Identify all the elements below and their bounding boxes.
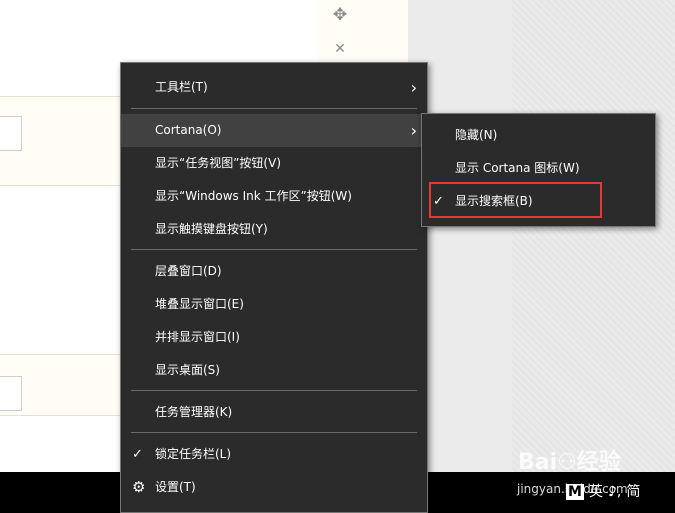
submenu-item-show-cortana-icon[interactable]: 显示 Cortana 图标(W) xyxy=(422,152,655,185)
ime-punctuation[interactable]: ♪, xyxy=(608,484,621,500)
close-icon[interactable]: ✕ xyxy=(330,39,350,59)
menu-item-label: 工具栏(T) xyxy=(155,80,208,94)
menu-item-label: 隐藏(N) xyxy=(455,128,498,142)
gear-icon: ⚙ xyxy=(132,478,146,496)
menu-item-label: 显示触摸键盘按钮(Y) xyxy=(155,222,268,236)
input-stub[interactable] xyxy=(0,116,22,151)
menu-item-label: 显示 Cortana 图标(W) xyxy=(455,161,580,175)
menu-item-label: 显示桌面(S) xyxy=(155,363,220,377)
menu-item-label: 设置(T) xyxy=(155,480,196,494)
taskbar-context-menu: 工具栏(T) › Cortana(O) › 显示“任务视图”按钮(V) 显示“W… xyxy=(120,62,428,513)
menu-item-label: Cortana(O) xyxy=(155,123,222,137)
menu-item-label: 层叠窗口(D) xyxy=(155,264,222,278)
menu-item-task-manager[interactable]: 任务管理器(K) xyxy=(121,396,427,429)
watermark-logo: Bai⚇经验 xyxy=(518,450,621,475)
chevron-right-icon: › xyxy=(410,78,417,97)
menu-item-settings[interactable]: ⚙ 设置(T) xyxy=(121,471,427,504)
menu-item-stack-windows[interactable]: 堆叠显示窗口(E) xyxy=(121,288,427,321)
input-stub[interactable] xyxy=(0,376,22,411)
move-icon[interactable]: ✥ xyxy=(330,5,350,25)
menu-separator xyxy=(131,249,417,250)
chevron-right-icon: › xyxy=(410,121,417,140)
menu-item-label: 显示“Windows Ink 工作区”按钮(W) xyxy=(155,189,352,203)
menu-item-touch-keyboard-button[interactable]: 显示触摸键盘按钮(Y) xyxy=(121,213,427,246)
ime-script[interactable]: 简 xyxy=(626,484,640,500)
menu-item-lock-taskbar[interactable]: ✓ 锁定任务栏(L) xyxy=(121,438,427,471)
menu-item-label: 堆叠显示窗口(E) xyxy=(155,297,244,311)
menu-separator xyxy=(131,108,417,109)
desktop-background xyxy=(512,0,675,472)
menu-item-toolbars[interactable]: 工具栏(T) › xyxy=(121,71,427,104)
menu-separator xyxy=(131,432,417,433)
menu-item-side-by-side[interactable]: 并排显示窗口(I) xyxy=(121,321,427,354)
menu-item-label: 锁定任务栏(L) xyxy=(155,447,232,461)
menu-item-label: 显示“任务视图”按钮(V) xyxy=(155,156,282,170)
menu-item-task-view-button[interactable]: 显示“任务视图”按钮(V) xyxy=(121,147,427,180)
menu-item-show-desktop[interactable]: 显示桌面(S) xyxy=(121,354,427,387)
ime-language[interactable]: 英 xyxy=(589,484,603,500)
ime-mode[interactable]: M xyxy=(566,484,584,500)
menu-item-label: 任务管理器(K) xyxy=(155,405,233,419)
menu-item-windows-ink-button[interactable]: 显示“Windows Ink 工作区”按钮(W) xyxy=(121,180,427,213)
menu-item-label: 并排显示窗口(I) xyxy=(155,330,240,344)
checkmark-icon: ✓ xyxy=(132,447,143,462)
annotation-highlight-box xyxy=(429,182,602,218)
ime-indicator[interactable]: M 英 ♪, 简 xyxy=(566,481,645,503)
menu-separator xyxy=(131,390,417,391)
menu-item-cortana[interactable]: Cortana(O) › xyxy=(121,114,427,147)
menu-item-cascade-windows[interactable]: 层叠窗口(D) xyxy=(121,255,427,288)
submenu-item-hidden[interactable]: 隐藏(N) xyxy=(422,119,655,152)
